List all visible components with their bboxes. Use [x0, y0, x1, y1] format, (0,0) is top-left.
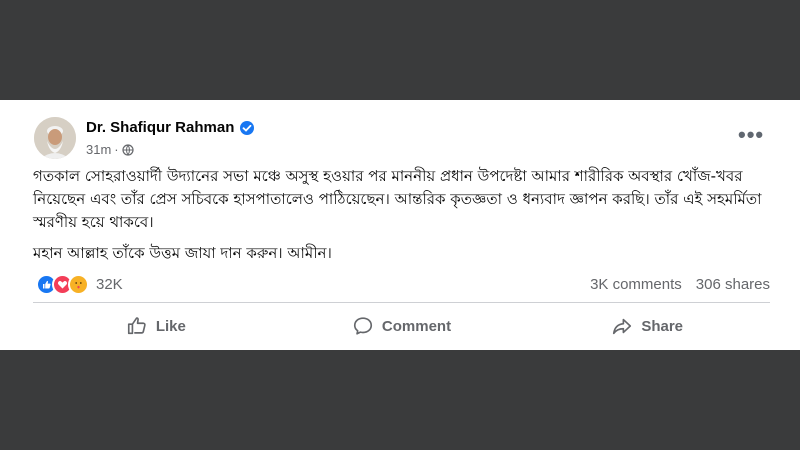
post-body: গতকাল সোহরাওয়ার্দী উদ্যানের সভা মঞ্চে অ…: [33, 165, 773, 273]
share-button[interactable]: Share: [524, 306, 770, 346]
comment-bubble-icon: [353, 317, 372, 335]
comment-button[interactable]: Comment: [279, 306, 525, 346]
reaction-count[interactable]: 32K: [96, 276, 123, 293]
post-paragraph: গতকাল সোহরাওয়ার্দী উদ্যানের সভা মঞ্চে অ…: [33, 167, 762, 231]
author-name[interactable]: Dr. Shafiqur Rahman: [86, 119, 234, 136]
post-actions-bar: Like Comment Share: [33, 306, 770, 346]
engagement-stats: 3K comments 306 shares: [590, 276, 770, 293]
care-reaction-icon: [68, 274, 89, 295]
shares-count[interactable]: 306 shares: [696, 276, 770, 293]
comments-count[interactable]: 3K comments: [590, 276, 682, 293]
actions-divider: [33, 302, 770, 303]
post-paragraph: মহান আল্লাহ তাঁকে উত্তম জাযা দান করুন। আ…: [33, 244, 332, 262]
like-label: Like: [155, 317, 186, 335]
post-author[interactable]: Dr. Shafiqur Rahman: [86, 119, 255, 136]
thumbs-up-icon: [127, 317, 146, 335]
reaction-summary[interactable]: 32K: [36, 274, 123, 295]
like-button[interactable]: Like: [33, 306, 279, 346]
avatar-photo: [34, 117, 76, 159]
more-options-icon[interactable]: •••: [738, 124, 764, 146]
verified-badge-icon: [240, 120, 255, 135]
globe-icon: [122, 143, 134, 156]
share-arrow-icon: [613, 318, 632, 335]
post-timestamp[interactable]: 31m: [86, 142, 111, 157]
share-label: Share: [641, 317, 684, 335]
bottom-dark-band: [0, 350, 800, 450]
top-dark-band: [0, 0, 800, 100]
comment-label: Comment: [381, 317, 452, 335]
post-meta: 31m ·: [86, 142, 134, 157]
meta-separator: ·: [114, 142, 119, 157]
author-avatar[interactable]: [34, 117, 76, 159]
